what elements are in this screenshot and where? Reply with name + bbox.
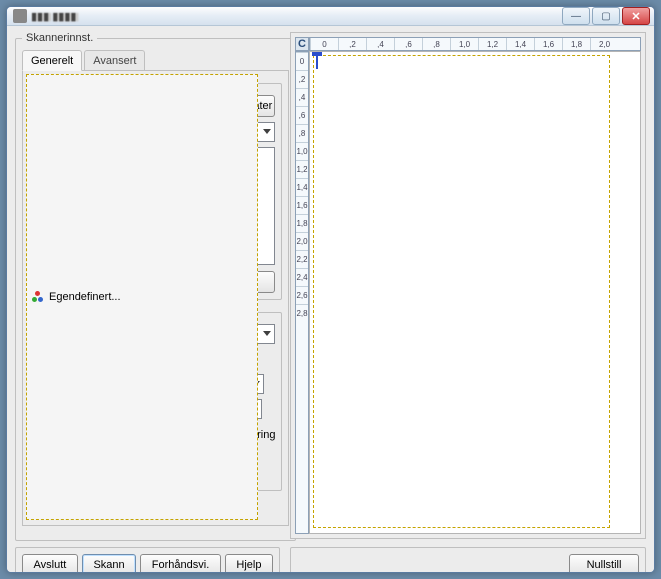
tabbody-general: Skann side for Skanner: ▮▮▮▮ Oppdater Or… bbox=[22, 70, 289, 526]
ruler-corner-icon: C bbox=[295, 37, 309, 51]
close-button[interactable]: ✕ bbox=[622, 7, 650, 25]
preview-area: C 0,2,4,6,81,01,21,41,61,82,0 0,2,4,6,81… bbox=[290, 32, 646, 539]
right-column: C 0,2,4,6,81,01,21,41,61,82,0 0,2,4,6,81… bbox=[290, 32, 646, 573]
titlebar[interactable]: ▮▮▮ ▮▮▮▮ — ▢ ✕ bbox=[7, 7, 654, 26]
client-area: Skannerinnst. Generelt Avansert Skann si… bbox=[7, 26, 654, 573]
reset-row: Nullstill bbox=[290, 547, 646, 573]
scanner-settings-legend: Skannerinnst. bbox=[22, 32, 97, 44]
tab-general[interactable]: Generelt bbox=[22, 50, 82, 71]
selection-marquee[interactable] bbox=[313, 55, 610, 528]
list-item[interactable]: Egendefinert... bbox=[36, 147, 258, 265]
ruler-horizontal: 0,2,4,6,81,01,21,41,61,82,0 bbox=[309, 37, 641, 51]
reset-button[interactable]: Nullstill bbox=[569, 554, 639, 573]
maximize-button[interactable]: ▢ bbox=[592, 7, 620, 25]
help-button[interactable]: Hjelp bbox=[225, 554, 273, 573]
settings-tabs: Generelt Avansert bbox=[22, 50, 289, 71]
scanner-settings-group: Skannerinnst. Generelt Avansert Skann si… bbox=[15, 32, 296, 541]
window-title: ▮▮▮ ▮▮▮▮ bbox=[31, 10, 562, 23]
scanfor-group: Skann side for Skanner: ▮▮▮▮ Oppdater Or… bbox=[29, 77, 282, 300]
exit-button[interactable]: Avslutt bbox=[22, 554, 78, 573]
left-column: Skannerinnst. Generelt Avansert Skann si… bbox=[15, 32, 280, 573]
preview-canvas[interactable] bbox=[309, 51, 641, 534]
preview-cursor-icon bbox=[316, 55, 318, 69]
preview-button[interactable]: Forhåndsvi. bbox=[140, 554, 221, 573]
app-icon bbox=[13, 9, 27, 23]
dialog-window: ▮▮▮ ▮▮▮▮ — ▢ ✕ Skannerinnst. Generelt Av… bbox=[6, 6, 655, 573]
scan-purpose-list[interactable]: Rediger tekst (OCR) Fakse, arkivere elle… bbox=[36, 147, 275, 265]
tab-advanced[interactable]: Avansert bbox=[84, 50, 145, 71]
bottom-button-row: Avslutt Skann Forhåndsvi. Hjelp bbox=[15, 547, 280, 573]
scan-button[interactable]: Skann bbox=[82, 554, 136, 573]
minimize-button[interactable]: — bbox=[562, 7, 590, 25]
ruler-vertical: 0,2,4,6,81,01,21,41,61,82,02,22,42,62,8 bbox=[295, 51, 309, 534]
